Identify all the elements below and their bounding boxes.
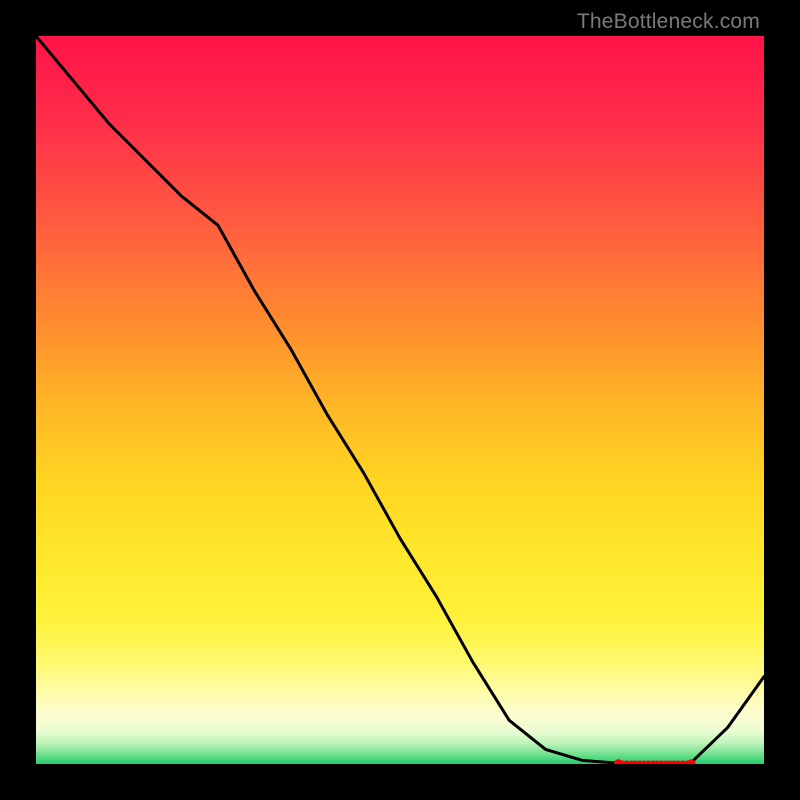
heat-gradient-background	[36, 36, 764, 764]
attribution-text: TheBottleneck.com	[577, 10, 760, 34]
plot-area	[36, 36, 764, 764]
chart-canvas: TheBottleneck.com	[0, 0, 800, 800]
